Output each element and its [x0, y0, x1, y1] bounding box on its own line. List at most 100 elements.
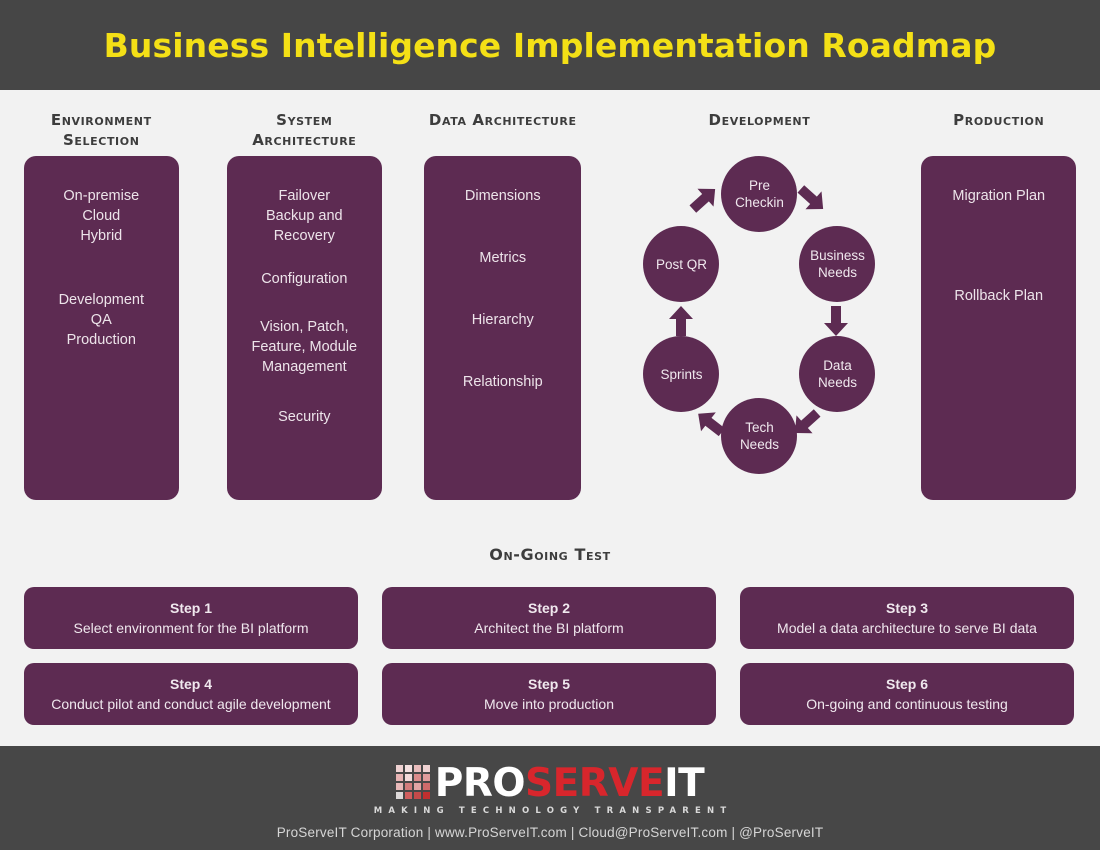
step-label: Step 5 — [527, 675, 570, 692]
step-label: Step 6 — [885, 675, 928, 692]
card-line: Failover — [278, 188, 331, 204]
column-heading-environment-selection: Environment Selection — [51, 110, 152, 156]
step-box-4: Step 4 Conduct pilot and conduct agile d… — [24, 663, 358, 725]
footer-bar: PROSERVEIT MAKING TECHNOLOGY TRANSPARENT… — [0, 746, 1100, 850]
card-group: Metrics — [434, 248, 571, 268]
column-environment-selection: Environment Selection On-premise Cloud H… — [24, 110, 179, 530]
card-line: Backup and — [266, 208, 343, 224]
step-box-2: Step 2 Architect the BI platform — [382, 587, 716, 649]
heading-line-2: Architecture — [252, 131, 357, 149]
node-line-1: Sprints — [660, 366, 703, 382]
logo-serve: SERVE — [525, 760, 665, 806]
step-description: Model a data architecture to serve BI da… — [777, 619, 1037, 636]
heading-line-1: System — [276, 111, 333, 129]
infographic-poster: Business Intelligence Implementation Roa… — [0, 0, 1100, 850]
logo-it: IT — [664, 760, 705, 806]
node-line-1: Post QR — [655, 256, 707, 272]
card-line: Feature, Module — [251, 339, 358, 355]
card-group: Dimensions — [434, 186, 571, 206]
heading-line-1: Data Architecture — [428, 111, 577, 129]
node-line-1: Pre — [748, 178, 770, 193]
card-line: Development — [58, 292, 144, 308]
card-line: Management — [261, 359, 347, 375]
step-grid: Step 1 Select environment for the BI pla… — [24, 587, 1076, 725]
step-description: Move into production — [484, 695, 614, 712]
heading-line-1: Production — [953, 111, 1045, 129]
header-bar: Business Intelligence Implementation Roa… — [0, 0, 1100, 90]
step-label: Step 2 — [527, 599, 570, 616]
card-line: Rollback Plan — [954, 288, 1044, 304]
page-title: Business Intelligence Implementation Roa… — [103, 25, 997, 65]
step-description: On-going and continuous testing — [806, 695, 1008, 712]
cycle-node-data-needs: Data Needs — [799, 336, 876, 412]
heading-line-1: Development — [708, 111, 811, 129]
cycle-node-business-needs: Business Needs — [799, 226, 876, 302]
step-label: Step 1 — [169, 599, 212, 616]
card-group: On-premise Cloud Hybrid — [34, 186, 169, 246]
node-line-2: Needs — [817, 375, 857, 390]
proserveit-logo: PROSERVEIT — [395, 757, 705, 803]
step-box-6: Step 6 On-going and continuous testing — [740, 663, 1074, 725]
heading-line-2: Selection — [63, 131, 140, 149]
card-group: Development QA Production — [34, 290, 169, 350]
node-line-2: Needs — [739, 437, 779, 452]
logo-tagline: MAKING TECHNOLOGY TRANSPARENT — [373, 805, 733, 816]
card-line: Security — [278, 409, 331, 425]
card-line: Dimensions — [464, 188, 541, 204]
card-line: Hierarchy — [471, 312, 534, 328]
cycle-arrow-business-to-data — [821, 304, 851, 343]
card-group: Rollback Plan — [931, 286, 1066, 306]
logo-grid-icon — [395, 764, 430, 799]
card-group: Security — [237, 407, 373, 427]
step-box-5: Step 5 Move into production — [382, 663, 716, 725]
card-line: Metrics — [479, 250, 527, 266]
card-line: Configuration — [261, 271, 348, 287]
development-cycle-diagram: Pre Checkin Business Needs Data Needs Te… — [643, 156, 876, 500]
main-content: Environment Selection On-premise Cloud H… — [0, 90, 1100, 746]
cycle-arrow-tech-to-sprints — [693, 408, 727, 443]
card-line: Vision, Patch, — [260, 319, 349, 335]
card-line: Hybrid — [80, 228, 123, 244]
column-heading-production: Production — [953, 110, 1044, 156]
column-development: Development Pre Checkin Business Needs D… — [643, 110, 876, 530]
card-line: On-premise — [63, 188, 140, 204]
logo-wordmark: PROSERVEIT — [435, 764, 705, 803]
step-box-3: Step 3 Model a data architecture to serv… — [740, 587, 1074, 649]
ongoing-test-section: On-Going Test — [0, 545, 1100, 564]
cycle-arrow-data-to-tech — [789, 408, 823, 443]
column-system-architecture: System Architecture Failover Backup and … — [226, 110, 383, 530]
footer-contact-line: ProServeIT Corporation | www.ProServeIT.… — [276, 824, 824, 840]
step-label: Step 3 — [885, 599, 928, 616]
card-line: QA — [90, 312, 112, 328]
node-line-1: Business — [810, 248, 865, 263]
roadmap-columns: Environment Selection On-premise Cloud H… — [0, 90, 1100, 530]
step-description: Conduct pilot and conduct agile developm… — [51, 695, 331, 712]
node-line-1: Tech — [745, 420, 774, 435]
cycle-arrow-sprints-to-postqr — [666, 304, 696, 343]
cycle-arrow-precheckin-to-business — [795, 184, 829, 219]
heading-line-1: Environment — [50, 111, 152, 129]
card-group: Relationship — [434, 372, 571, 392]
column-data-architecture: Data Architecture Dimensions Metrics Hie… — [424, 110, 582, 530]
step-description: Select environment for the BI platform — [73, 619, 309, 636]
step-label: Step 4 — [169, 675, 212, 692]
node-line-2: Checkin — [735, 195, 784, 210]
card-production: Migration Plan Rollback Plan — [921, 156, 1077, 500]
card-environment-selection: On-premise Cloud Hybrid Development QA P… — [24, 156, 179, 500]
node-line-1: Data — [823, 358, 852, 373]
cycle-node-post-qr: Post QR — [643, 226, 720, 302]
card-line: Cloud — [82, 208, 121, 224]
node-line-2: Needs — [817, 265, 857, 280]
card-line: Migration Plan — [952, 188, 1046, 204]
card-group: Migration Plan — [931, 186, 1066, 206]
column-production: Production Migration Plan Rollback Plan — [921, 110, 1077, 530]
card-line: Production — [66, 332, 136, 348]
cycle-node-tech-needs: Tech Needs — [721, 398, 798, 474]
card-group: Hierarchy — [434, 310, 571, 330]
card-group: Vision, Patch, Feature, Module Managemen… — [237, 317, 373, 377]
card-data-architecture: Dimensions Metrics Hierarchy Relationshi… — [424, 156, 582, 500]
card-line: Recovery — [273, 228, 335, 244]
card-line: Relationship — [462, 374, 543, 390]
cycle-node-pre-checkin: Pre Checkin — [721, 156, 798, 232]
card-group: Configuration — [237, 269, 373, 289]
